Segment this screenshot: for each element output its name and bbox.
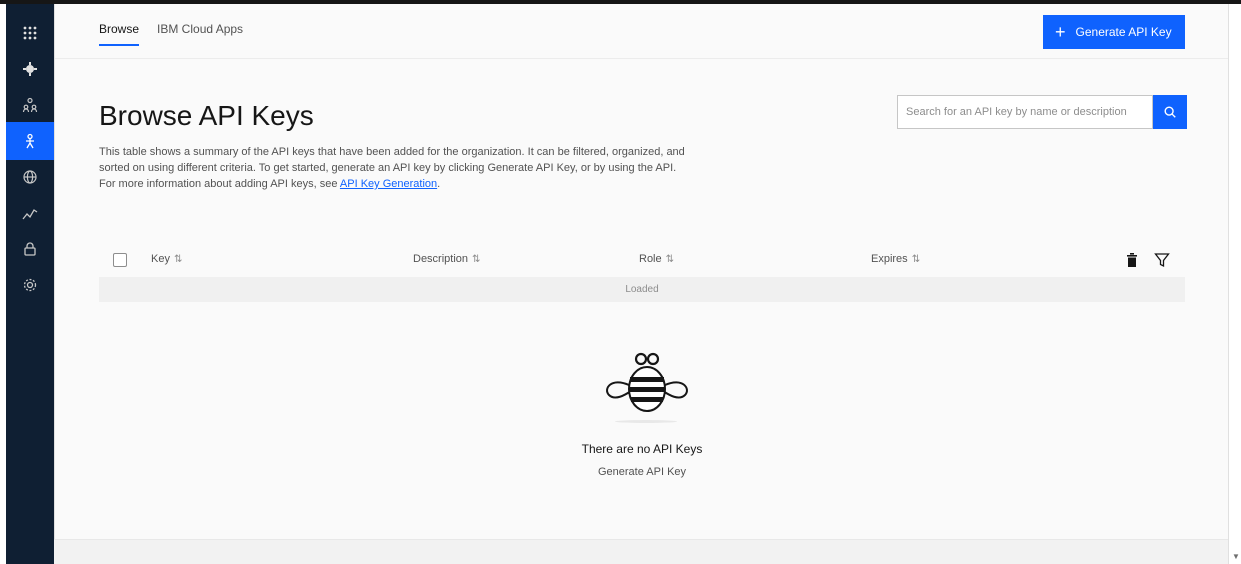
apps-icon[interactable] [6,14,54,52]
network-globe-icon[interactable] [6,158,54,196]
security-lock-icon[interactable] [6,230,54,268]
community-icon[interactable] [6,86,54,124]
settings-cog-icon[interactable] [6,266,54,304]
bee-illustration-icon [606,352,688,412]
user-avatar-icon[interactable] [6,122,54,160]
vertical-scrollbar[interactable]: ▼ [1228,4,1241,564]
search-bar [897,95,1187,129]
api-key-generation-link[interactable]: API Key Generation [340,178,437,190]
table-header: Key ⇅ Description ⇅ Role ⇅ Expires ⇅ [99,243,1185,277]
description-end: . [437,178,441,190]
page-title: Browse API Keys [99,100,314,131]
footer-band [54,539,1228,564]
loaded-status-row: Loaded [99,277,1185,302]
empty-state-title: There are no API Keys [581,442,703,456]
search-icon [1164,106,1176,118]
tab-ibm-cloud-apps[interactable]: IBM Cloud Apps [157,22,243,46]
search-input[interactable] [897,95,1153,129]
tab-divider [55,58,1229,59]
left-nav-sidebar [6,4,54,564]
tab-bar: Browse IBM Cloud Apps [99,22,243,46]
main-content: Browse IBM Cloud Apps + Generate API Key… [54,4,1229,539]
search-button[interactable] [1153,95,1187,129]
delete-icon[interactable] [1121,249,1143,271]
illustration-shadow [615,420,677,423]
column-header-expires[interactable]: Expires ⇅ [871,253,920,265]
plus-icon: + [1055,22,1066,42]
tab-browse[interactable]: Browse [99,22,140,46]
empty-state-generate-link[interactable]: Generate API Key [55,466,1229,478]
select-all-checkbox[interactable] [113,253,127,267]
settings-gear-icon[interactable] [6,50,54,88]
column-header-description[interactable]: Description ⇅ [413,253,480,265]
generate-api-key-button[interactable]: + Generate API Key [1043,15,1185,49]
column-header-key[interactable]: Key ⇅ [151,253,182,265]
analytics-chart-icon[interactable] [6,194,54,232]
generate-api-key-label: Generate API Key [1075,25,1172,39]
sort-icon: ⇅ [472,254,481,265]
column-header-role[interactable]: Role ⇅ [639,253,674,265]
scroll-down-icon[interactable]: ▼ [1232,552,1240,561]
sort-icon: ⇅ [665,254,675,265]
filter-icon[interactable] [1151,249,1173,271]
sort-icon: ⇅ [173,254,183,265]
sort-icon: ⇅ [911,254,921,265]
page-description: This table shows a summary of the API ke… [99,144,689,192]
